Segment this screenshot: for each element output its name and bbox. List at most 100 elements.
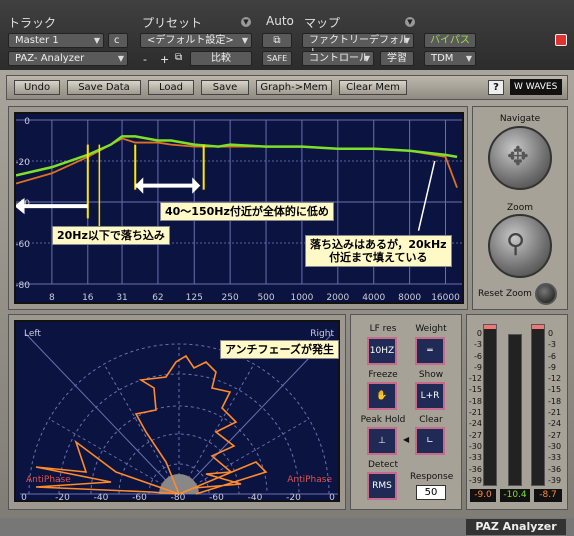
load-button[interactable]: Load [148,80,194,95]
meter-scale-tick: -12 [468,374,482,384]
meter-scale-tick: -30 [548,441,562,451]
navigate-knob[interactable]: ✥ [488,126,552,190]
meter-scale-tick: -24 [548,419,562,429]
save-button[interactable]: Save [201,80,249,95]
hand-icon: ✋ [376,391,388,401]
freeze-label: Freeze [368,370,398,380]
response-input[interactable]: 50 [416,485,446,500]
peak-hold-button[interactable]: ⊥ [367,427,397,455]
show-button[interactable]: L+R [415,382,445,410]
preset-prev-button[interactable]: - [143,53,147,66]
map-menu-icon[interactable]: ▼ [405,17,415,27]
meter-scale-tick: -33 [468,453,482,463]
meter-left-readout: -9.0 [470,489,496,502]
annotation-mid-low: 40〜150Hz付近が全体的に低め [160,202,334,221]
preset-label: プリセット [142,16,203,30]
scope-tick: -60 [132,493,147,502]
preset-menu-icon[interactable]: ▼ [241,17,251,27]
scope-trace [35,354,268,495]
learn-button[interactable]: 学習 [380,51,414,66]
scope-left-label: Left [24,329,41,339]
tdm-label: TDM [431,53,454,64]
spectrum-x-tick: 62 [152,293,163,303]
graph-to-mem-button[interactable]: Graph->Mem [256,80,332,95]
spectrum-x-tick: 4000 [362,293,385,303]
plugin-selector[interactable]: PAZ- Analyzer ▼ [8,51,128,66]
spectrum-x-tick: 16000 [431,293,460,303]
meter-scale-tick: -39 [548,475,562,485]
lf-res-label: LF res [369,324,397,334]
chevron-down-icon: ▼ [241,36,248,45]
clear-button[interactable]: ∟ [415,427,445,455]
chevron-down-icon: ▼ [465,54,472,63]
meter-scale-tick: -24 [468,419,482,429]
scope-tick: -20 [286,493,301,502]
meter-scale-tick: -33 [548,453,562,463]
reset-zoom-button[interactable] [535,283,557,305]
auto-window-button[interactable]: ⧉ [262,33,292,48]
marker-mid-head-left [135,177,144,194]
scope-tick: -20 [55,493,70,502]
spectrum-y-tick: 0 [24,117,30,127]
marker-mid-head-right [192,177,201,194]
meter-scale-tick: 0 [476,329,482,338]
response-label: Response [410,472,454,482]
antiphase-right-label: AntiPhase [287,475,332,485]
detect-button[interactable]: RMS [367,472,397,500]
marker-high-line [417,160,436,231]
close-icon[interactable] [555,34,567,46]
track-selector[interactable]: Master 1 ▼ [8,33,104,48]
bypass-button[interactable]: バイパス [424,33,476,48]
meter-scale-tick: -21 [548,408,562,418]
meter-scale-tick: -39 [468,475,482,485]
scope-tick: -60 [209,493,224,502]
spectrum-x-tick: 250 [222,293,239,303]
meter-scale-tick: -15 [468,385,482,395]
control-name: コントロール [309,53,369,64]
map-selector[interactable]: ファクトリーデフォルト▼ [302,33,414,59]
weight-button[interactable]: ═ [415,337,445,365]
scope-tick: -40 [94,493,109,502]
scope-radial [103,363,180,495]
spectrum-x-tick: 500 [257,293,274,303]
track-channel-button[interactable]: c [108,33,128,48]
plugin-name: PAZ- Analyzer [15,53,85,64]
bypass-label: バイパス [430,35,470,46]
spectrum-x-tick: 16 [82,293,94,303]
compare-button[interactable]: 比較 [190,51,252,66]
help-button[interactable]: ? [488,80,504,95]
lf-res-button[interactable]: 10HZ [367,337,397,365]
safe-button[interactable]: SAFE [262,51,292,66]
meter-left-peak [484,325,496,329]
compare-label: 比較 [211,53,231,64]
annotation-low-cut: 20Hz以下で落ち込み [52,226,170,245]
spectrum-y-tick: -20 [15,158,30,168]
window-icon: ⧉ [273,35,281,46]
preset-next-button[interactable]: + [160,53,169,66]
flat-lines-icon: ═ [427,346,433,356]
control-selector[interactable]: コントロール ▼ [302,51,374,66]
chevron-down-icon: ▼ [93,36,100,45]
meter-scale-tick: -3 [474,340,482,350]
clear-mem-button[interactable]: Clear Mem [339,80,407,95]
spectrum-series-line [16,135,458,177]
waves-logo-icon: W [514,82,523,92]
scope-tick: 0 [21,493,27,502]
meter-scale-tick: -18 [468,396,482,406]
preset-copy-icon[interactable]: ⧉ [175,52,182,63]
learn-label: 学習 [387,53,407,64]
spectrum-y-tick: -80 [15,281,30,291]
freeze-button[interactable]: ✋ [367,382,397,410]
meter-scale-tick: -18 [548,396,562,406]
spectrum-x-tick: 125 [186,293,203,303]
meter-scale-tick: -3 [548,340,556,350]
clear-peak-icon: ∟ [426,436,434,446]
save-data-button[interactable]: Save Data [67,80,141,95]
undo-button[interactable]: Undo [14,80,60,95]
meter-scale-tick: -27 [548,430,562,440]
preset-selector[interactable]: <デフォルト設定> ▼ [140,33,252,48]
meter-scale-tick: -6 [474,351,482,361]
meter-scale-tick: -21 [468,408,482,418]
tdm-selector[interactable]: TDM ▼ [424,51,476,66]
zoom-knob[interactable]: ⚲ [488,214,552,278]
